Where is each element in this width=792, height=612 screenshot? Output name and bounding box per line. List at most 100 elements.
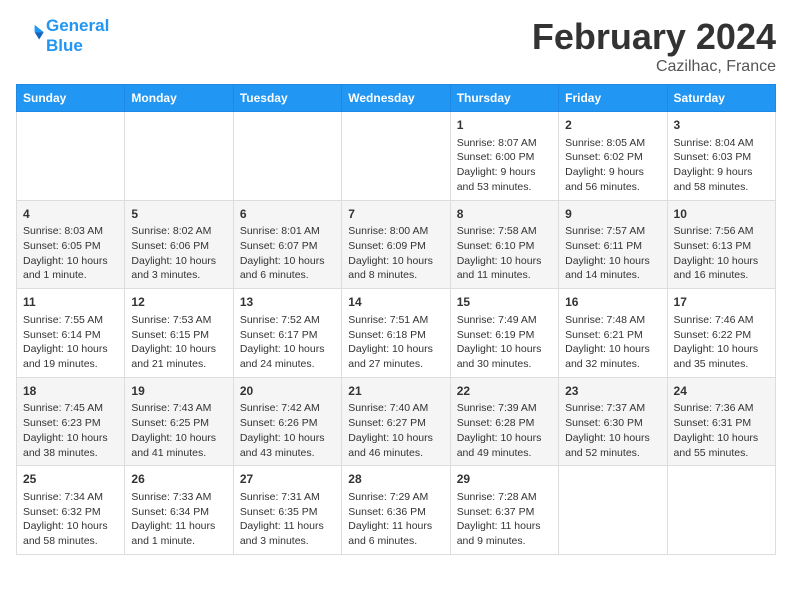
calendar-week-3: 11 Sunrise: 7:55 AM Sunset: 6:14 PM Dayli… [17, 289, 776, 378]
day-number: 26 [131, 471, 226, 488]
calendar-cell: 6Sunrise: 8:01 AM Sunset: 6:07 PM Daylig… [233, 200, 341, 289]
calendar-cell [342, 112, 450, 201]
day-info: Sunrise: 7:55 AM Sunset: 6:14 PM Dayligh… [23, 313, 118, 372]
day-info: Sunrise: 7:42 AM Sunset: 6:26 PM Dayligh… [240, 401, 335, 460]
calendar-cell: 8Sunrise: 7:58 AM Sunset: 6:10 PM Daylig… [450, 200, 558, 289]
calendar-cell: 12 Sunrise: 7:53 AM Sunset: 6:15 PM Dayli… [125, 289, 233, 378]
day-info: Sunrise: 7:33 AM Sunset: 6:34 PM Dayligh… [131, 490, 226, 549]
day-info: Sunrise: 7:37 AM Sunset: 6:30 PM Dayligh… [565, 401, 660, 460]
day-info: Sunrise: 7:34 AM Sunset: 6:32 PM Dayligh… [23, 490, 118, 549]
calendar-cell: 22Sunrise: 7:39 AM Sunset: 6:28 PM Dayli… [450, 377, 558, 466]
weekday-header-friday: Friday [559, 85, 667, 112]
page-header: General Blue February 2024 Cazilhac, Fra… [16, 16, 776, 76]
calendar-week-5: 25Sunrise: 7:34 AM Sunset: 6:32 PM Dayli… [17, 466, 776, 555]
calendar-cell: 4Sunrise: 8:03 AM Sunset: 6:05 PM Daylig… [17, 200, 125, 289]
day-number: 12 [131, 294, 226, 311]
day-info: Sunrise: 8:07 AM Sunset: 6:00 PM Dayligh… [457, 136, 552, 195]
day-info: Sunrise: 7:49 AM Sunset: 6:19 PM Dayligh… [457, 313, 552, 372]
calendar-cell: 10Sunrise: 7:56 AM Sunset: 6:13 PM Dayli… [667, 200, 775, 289]
day-number: 10 [674, 206, 769, 223]
calendar-cell: 14 Sunrise: 7:51 AM Sunset: 6:18 PM Dayli… [342, 289, 450, 378]
day-number: 8 [457, 206, 552, 223]
calendar-cell: 17 Sunrise: 7:46 AM Sunset: 6:22 PM Dayli… [667, 289, 775, 378]
day-info: Sunrise: 8:03 AM Sunset: 6:05 PM Dayligh… [23, 224, 118, 283]
day-number: 2 [565, 117, 660, 134]
day-info: Sunrise: 7:45 AM Sunset: 6:23 PM Dayligh… [23, 401, 118, 460]
calendar-cell: 29Sunrise: 7:28 AM Sunset: 6:37 PM Dayli… [450, 466, 558, 555]
day-number: 27 [240, 471, 335, 488]
day-number: 15 [457, 294, 552, 311]
day-info: Sunrise: 7:53 AM Sunset: 6:15 PM Dayligh… [131, 313, 226, 372]
day-info: Sunrise: 8:01 AM Sunset: 6:07 PM Dayligh… [240, 224, 335, 283]
calendar-cell: 7Sunrise: 8:00 AM Sunset: 6:09 PM Daylig… [342, 200, 450, 289]
weekday-header-monday: Monday [125, 85, 233, 112]
day-info: Sunrise: 8:00 AM Sunset: 6:09 PM Dayligh… [348, 224, 443, 283]
day-number: 4 [23, 206, 118, 223]
day-number: 20 [240, 383, 335, 400]
calendar-cell: 27 Sunrise: 7:31 AM Sunset: 6:35 PM Dayli… [233, 466, 341, 555]
day-number: 3 [674, 117, 769, 134]
day-number: 14 [348, 294, 443, 311]
calendar-week-1: 1 Sunrise: 8:07 AM Sunset: 6:00 PM Daylig… [17, 112, 776, 201]
title-block: February 2024 Cazilhac, France [532, 16, 776, 76]
day-info: Sunrise: 7:43 AM Sunset: 6:25 PM Dayligh… [131, 401, 226, 460]
calendar-cell: 25Sunrise: 7:34 AM Sunset: 6:32 PM Dayli… [17, 466, 125, 555]
day-info: Sunrise: 7:58 AM Sunset: 6:10 PM Dayligh… [457, 224, 552, 283]
day-number: 11 [23, 294, 118, 311]
weekday-header-wednesday: Wednesday [342, 85, 450, 112]
day-info: Sunrise: 7:40 AM Sunset: 6:27 PM Dayligh… [348, 401, 443, 460]
day-number: 19 [131, 383, 226, 400]
calendar-cell [667, 466, 775, 555]
day-number: 24 [674, 383, 769, 400]
day-info: Sunrise: 7:31 AM Sunset: 6:35 PM Dayligh… [240, 490, 335, 549]
calendar-cell [17, 112, 125, 201]
calendar-cell: 3 Sunrise: 8:04 AM Sunset: 6:03 PM Daylig… [667, 112, 775, 201]
calendar-subtitle: Cazilhac, France [532, 58, 776, 76]
calendar-cell [233, 112, 341, 201]
day-info: Sunrise: 7:46 AM Sunset: 6:22 PM Dayligh… [674, 313, 769, 372]
day-info: Sunrise: 7:29 AM Sunset: 6:36 PM Dayligh… [348, 490, 443, 549]
calendar-cell: 9Sunrise: 7:57 AM Sunset: 6:11 PM Daylig… [559, 200, 667, 289]
day-info: Sunrise: 7:52 AM Sunset: 6:17 PM Dayligh… [240, 313, 335, 372]
day-number: 18 [23, 383, 118, 400]
day-number: 29 [457, 471, 552, 488]
day-number: 17 [674, 294, 769, 311]
day-number: 28 [348, 471, 443, 488]
logo-icon [16, 23, 44, 45]
day-number: 22 [457, 383, 552, 400]
calendar-cell: 13 Sunrise: 7:52 AM Sunset: 6:17 PM Dayli… [233, 289, 341, 378]
day-number: 16 [565, 294, 660, 311]
day-info: Sunrise: 8:04 AM Sunset: 6:03 PM Dayligh… [674, 136, 769, 195]
day-number: 9 [565, 206, 660, 223]
calendar-cell: 18Sunrise: 7:45 AM Sunset: 6:23 PM Dayli… [17, 377, 125, 466]
day-number: 1 [457, 117, 552, 134]
calendar-cell: 16 Sunrise: 7:48 AM Sunset: 6:21 PM Dayli… [559, 289, 667, 378]
calendar-cell: 21Sunrise: 7:40 AM Sunset: 6:27 PM Dayli… [342, 377, 450, 466]
calendar-week-2: 4Sunrise: 8:03 AM Sunset: 6:05 PM Daylig… [17, 200, 776, 289]
day-info: Sunrise: 7:36 AM Sunset: 6:31 PM Dayligh… [674, 401, 769, 460]
calendar-week-4: 18Sunrise: 7:45 AM Sunset: 6:23 PM Dayli… [17, 377, 776, 466]
calendar-cell: 11 Sunrise: 7:55 AM Sunset: 6:14 PM Dayli… [17, 289, 125, 378]
day-info: Sunrise: 8:02 AM Sunset: 6:06 PM Dayligh… [131, 224, 226, 283]
day-info: Sunrise: 7:57 AM Sunset: 6:11 PM Dayligh… [565, 224, 660, 283]
day-number: 13 [240, 294, 335, 311]
day-info: Sunrise: 7:56 AM Sunset: 6:13 PM Dayligh… [674, 224, 769, 283]
day-info: Sunrise: 7:48 AM Sunset: 6:21 PM Dayligh… [565, 313, 660, 372]
calendar-cell: 5Sunrise: 8:02 AM Sunset: 6:06 PM Daylig… [125, 200, 233, 289]
day-info: Sunrise: 8:05 AM Sunset: 6:02 PM Dayligh… [565, 136, 660, 195]
day-info: Sunrise: 7:51 AM Sunset: 6:18 PM Dayligh… [348, 313, 443, 372]
logo-text: General Blue [46, 16, 109, 55]
weekday-header-tuesday: Tuesday [233, 85, 341, 112]
day-number: 5 [131, 206, 226, 223]
calendar-cell: 20Sunrise: 7:42 AM Sunset: 6:26 PM Dayli… [233, 377, 341, 466]
calendar-cell: 2 Sunrise: 8:05 AM Sunset: 6:02 PM Daylig… [559, 112, 667, 201]
calendar-cell: 28 Sunrise: 7:29 AM Sunset: 6:36 PM Dayli… [342, 466, 450, 555]
day-number: 21 [348, 383, 443, 400]
calendar-cell: 1 Sunrise: 8:07 AM Sunset: 6:00 PM Daylig… [450, 112, 558, 201]
day-number: 7 [348, 206, 443, 223]
calendar-cell [125, 112, 233, 201]
day-info: Sunrise: 7:39 AM Sunset: 6:28 PM Dayligh… [457, 401, 552, 460]
weekday-header-sunday: Sunday [17, 85, 125, 112]
weekday-header-thursday: Thursday [450, 85, 558, 112]
calendar-cell [559, 466, 667, 555]
